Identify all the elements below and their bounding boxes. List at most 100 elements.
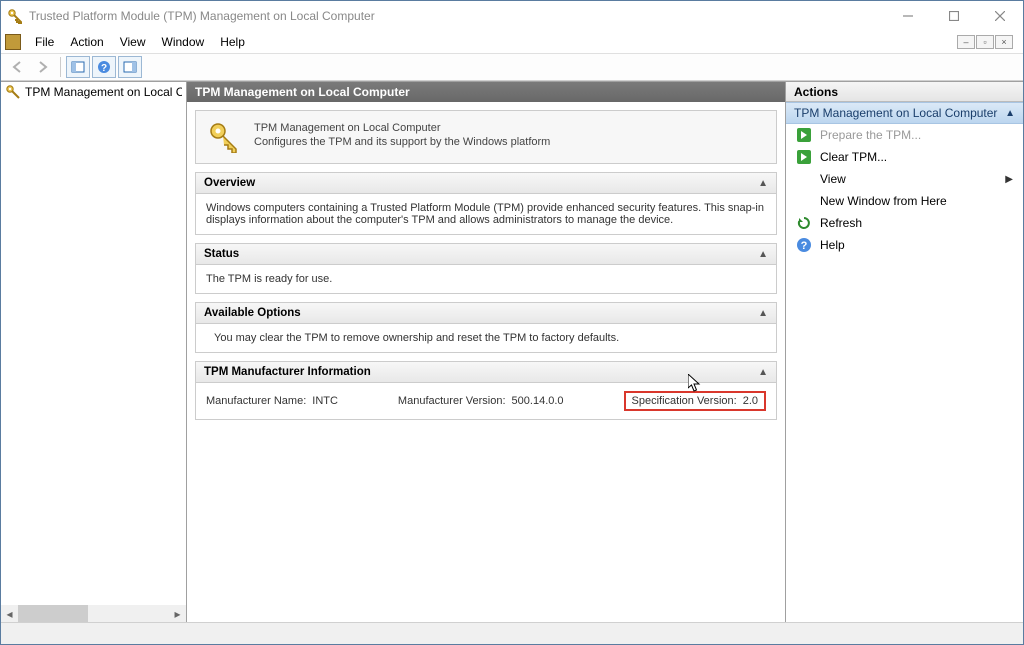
specification-highlight: Specification Version: 2.0	[624, 391, 766, 411]
mdi-buttons: – ▫ ×	[956, 35, 1019, 49]
scroll-right-arrow[interactable]: ▸	[169, 605, 186, 622]
action-label: Refresh	[820, 216, 862, 230]
action-label: New Window from Here	[820, 194, 947, 208]
collapse-icon: ▲	[758, 249, 768, 260]
collapse-icon: ▲	[758, 367, 768, 378]
mdi-minimize[interactable]: –	[957, 35, 975, 49]
manufacturer-section: TPM Manufacturer Information ▲ Manufactu…	[195, 361, 777, 420]
overview-section: Overview ▲ Windows computers containing …	[195, 172, 777, 235]
action-label: Prepare the TPM...	[820, 128, 921, 142]
menu-window[interactable]: Window	[154, 33, 213, 51]
status-header[interactable]: Status ▲	[196, 244, 776, 265]
menu-action[interactable]: Action	[62, 33, 111, 51]
intro-subtitle: Configures the TPM and its support by th…	[254, 135, 550, 149]
options-title: Available Options	[204, 307, 301, 319]
menu-file[interactable]: File	[27, 33, 62, 51]
manufacturer-title: TPM Manufacturer Information	[204, 366, 371, 378]
collapse-icon: ▲	[758, 178, 768, 189]
title-bar: Trusted Platform Module (TPM) Management…	[1, 1, 1023, 31]
close-button[interactable]	[977, 1, 1023, 31]
toolbar: ?	[1, 53, 1023, 81]
action-help[interactable]: ? Help	[786, 234, 1023, 256]
action-label: Help	[820, 238, 845, 252]
arrow-right-green-icon	[796, 149, 812, 165]
manufacturer-name-cell: Manufacturer Name: INTC	[206, 395, 338, 407]
body: TPM Management on Local Comp ◂ ▸ TPM Man…	[1, 81, 1023, 622]
scroll-left-arrow[interactable]: ◂	[1, 605, 18, 622]
action-view[interactable]: View ▶	[786, 168, 1023, 190]
specification-version-label: Specification Version:	[632, 395, 737, 407]
mdi-restore[interactable]: ▫	[976, 35, 994, 49]
options-section: Available Options ▲ You may clear the TP…	[195, 302, 777, 353]
manufacturer-name-label: Manufacturer Name:	[206, 395, 306, 407]
minimize-button[interactable]	[885, 1, 931, 31]
scroll-thumb[interactable]	[18, 605, 88, 622]
arrow-right-green-icon	[796, 127, 812, 143]
refresh-icon	[796, 215, 812, 231]
back-button[interactable]	[5, 56, 29, 78]
app-icon	[7, 8, 23, 24]
center-body[interactable]: TPM Management on Local Computer Configu…	[187, 102, 785, 622]
app-window: Trusted Platform Module (TPM) Management…	[0, 0, 1024, 645]
intro-title: TPM Management on Local Computer	[254, 121, 550, 135]
tree-root-item[interactable]: TPM Management on Local Comp	[1, 82, 186, 102]
options-header[interactable]: Available Options ▲	[196, 303, 776, 324]
collapse-icon: ▲	[758, 308, 768, 319]
options-body: You may clear the TPM to remove ownershi…	[196, 324, 776, 352]
svg-text:?: ?	[801, 240, 808, 252]
tree-item-label: TPM Management on Local Comp	[25, 85, 182, 99]
show-hide-tree-button[interactable]	[66, 56, 90, 78]
overview-body: Windows computers containing a Trusted P…	[196, 194, 776, 234]
actions-group-title: TPM Management on Local Computer	[794, 106, 997, 120]
manufacturer-version-label: Manufacturer Version:	[398, 395, 506, 407]
collapse-icon: ▲	[1005, 108, 1015, 119]
manufacturer-header[interactable]: TPM Manufacturer Information ▲	[196, 362, 776, 383]
window-buttons	[885, 1, 1023, 31]
svg-text:?: ?	[101, 63, 107, 74]
manufacturer-name-value: INTC	[312, 395, 338, 407]
actions-group-header[interactable]: TPM Management on Local Computer ▲	[786, 102, 1023, 124]
actions-header: Actions	[786, 82, 1023, 102]
toolbar-separator	[60, 57, 61, 77]
blank-icon	[796, 193, 812, 209]
action-refresh[interactable]: Refresh	[786, 212, 1023, 234]
actions-pane: Actions TPM Management on Local Computer…	[786, 82, 1023, 622]
overview-title: Overview	[204, 177, 255, 189]
help-button[interactable]: ?	[92, 56, 116, 78]
tree-hscrollbar[interactable]: ◂ ▸	[1, 605, 186, 622]
intro-text: TPM Management on Local Computer Configu…	[254, 121, 550, 153]
window-title: Trusted Platform Module (TPM) Management…	[29, 9, 375, 23]
overview-header[interactable]: Overview ▲	[196, 173, 776, 194]
mdi-close[interactable]: ×	[995, 35, 1013, 49]
action-label: Clear TPM...	[820, 150, 887, 164]
title-bar-content: Trusted Platform Module (TPM) Management…	[7, 8, 885, 24]
center-pane: TPM Management on Local Computer TPM Man…	[187, 82, 786, 622]
action-clear-tpm[interactable]: Clear TPM...	[786, 146, 1023, 168]
manufacturer-version-value: 500.14.0.0	[512, 395, 564, 407]
status-bar	[1, 622, 1023, 644]
scroll-track[interactable]	[18, 605, 169, 622]
specification-version-value: 2.0	[743, 395, 758, 407]
menu-app-icon	[5, 34, 21, 50]
manufacturer-version-cell: Manufacturer Version: 500.14.0.0	[398, 395, 564, 407]
blank-icon	[796, 171, 812, 187]
maximize-button[interactable]	[931, 1, 977, 31]
forward-button[interactable]	[31, 56, 55, 78]
manufacturer-row: Manufacturer Name: INTC Manufacturer Ver…	[206, 391, 766, 411]
menu-help[interactable]: Help	[212, 33, 253, 51]
manufacturer-body: Manufacturer Name: INTC Manufacturer Ver…	[196, 383, 776, 419]
action-prepare-tpm: Prepare the TPM...	[786, 124, 1023, 146]
action-new-window[interactable]: New Window from Here	[786, 190, 1023, 212]
tree-item-icon	[5, 84, 21, 100]
status-section: Status ▲ The TPM is ready for use.	[195, 243, 777, 294]
show-hide-action-button[interactable]	[118, 56, 142, 78]
tree-scroll[interactable]: TPM Management on Local Comp	[1, 82, 186, 605]
help-icon: ?	[796, 237, 812, 253]
action-label: View	[820, 172, 846, 186]
key-icon	[208, 121, 240, 153]
tree-pane: TPM Management on Local Comp ◂ ▸	[1, 82, 187, 622]
center-header: TPM Management on Local Computer	[187, 82, 785, 102]
intro-panel: TPM Management on Local Computer Configu…	[195, 110, 777, 164]
menu-view[interactable]: View	[112, 33, 154, 51]
submenu-arrow-icon: ▶	[1005, 174, 1013, 185]
